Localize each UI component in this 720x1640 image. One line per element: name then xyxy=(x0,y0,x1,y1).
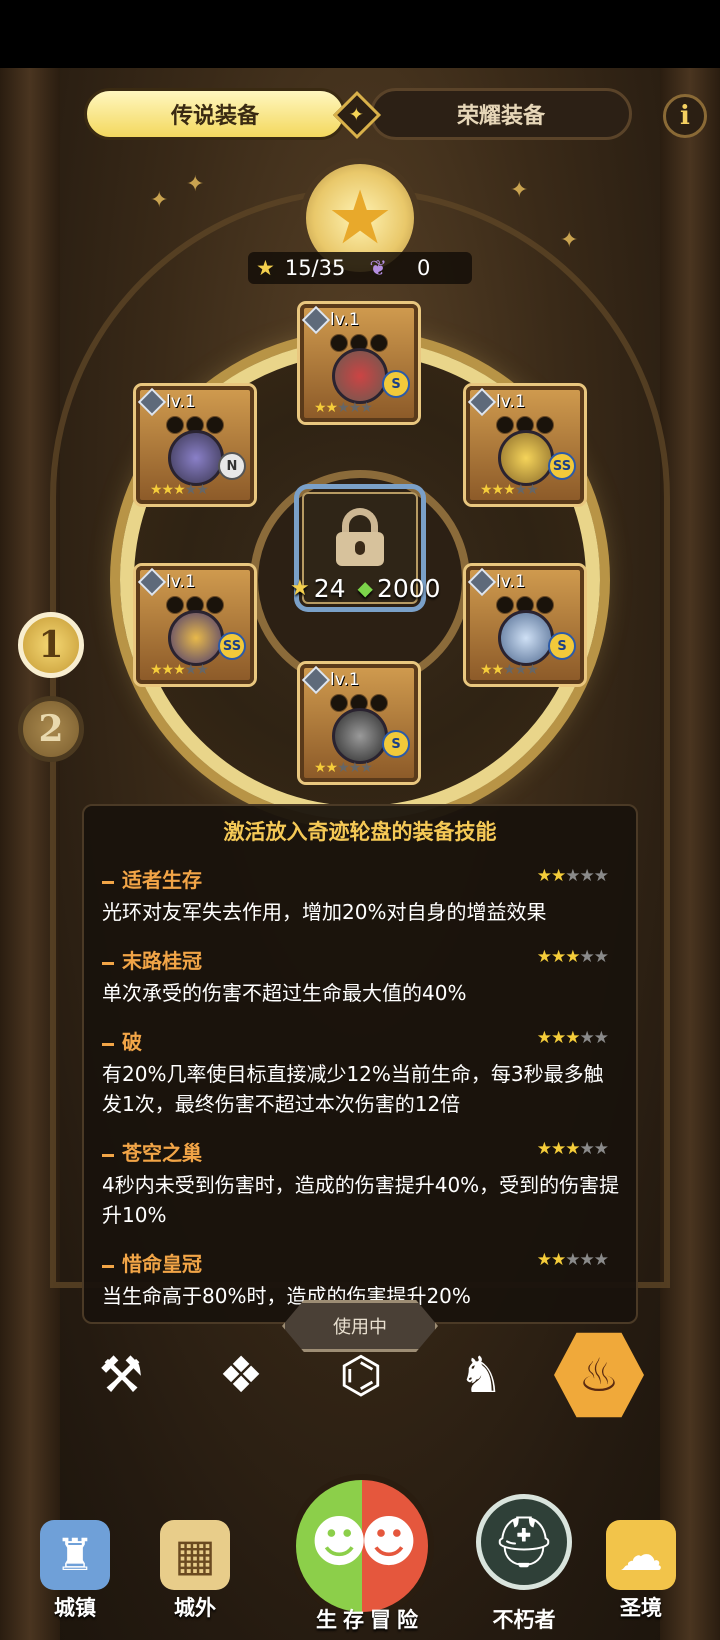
lock-icon xyxy=(336,508,384,566)
skill-item: 适者生存 ★★★★★ 光环对友军失去作用，增加20%对自身的增益效果 xyxy=(102,864,622,927)
skill-rating: ★★★★★ xyxy=(536,1250,609,1270)
nav-label: 城镇 xyxy=(54,1596,96,1620)
skill-name: 惜命皇冠 xyxy=(122,1252,202,1276)
helmet-icon xyxy=(332,348,388,404)
axe-icon[interactable]: ⚒ xyxy=(86,1340,156,1410)
star-rating: ★★★★★ xyxy=(150,482,209,498)
nav-survival-adventure[interactable]: ☻ ☻ xyxy=(290,1474,434,1618)
skill-rating: ★★★★★ xyxy=(536,866,609,886)
skill-item: 苍空之巢 ★★★★★ 4秒内未受到伤害时，造成的伤害提升40%，受到的伤害提升1… xyxy=(102,1137,622,1230)
grade-badge: N xyxy=(218,452,246,480)
gem-cost: 2000 xyxy=(376,573,441,603)
rank-diamond-icon xyxy=(467,387,497,417)
skill-item: 末路桂冠 ★★★★★ 单次承受的伤害不超过生命最大值的40% xyxy=(102,945,622,1008)
slot-top[interactable]: lv.1 S ★★★★★ xyxy=(300,304,418,422)
nav-label: 城外 xyxy=(174,1596,216,1620)
star-icon: ★ xyxy=(290,575,310,601)
knight-helmet-icon: ⛑ xyxy=(492,1512,556,1571)
info-icon: i xyxy=(680,101,690,131)
info-button[interactable]: i xyxy=(663,94,707,138)
rank-diamond-icon xyxy=(137,387,167,417)
grade-badge: S xyxy=(548,632,576,660)
nav-immortal[interactable]: ⛑ xyxy=(476,1494,572,1590)
skill-rating: ★★★★★ xyxy=(536,947,609,967)
grade-badge: SS xyxy=(548,452,576,480)
castle-icon: ♜ xyxy=(40,1520,110,1590)
rune-icon[interactable]: ⌬ xyxy=(326,1340,396,1410)
slot-level: lv.1 xyxy=(496,392,526,412)
skill-name: 苍空之巢 xyxy=(122,1141,202,1165)
sparkle-icon: ✦ xyxy=(560,228,579,253)
devil-icon: ☻ xyxy=(359,1510,418,1575)
skill-name: 适者生存 xyxy=(122,868,202,892)
page-1-button[interactable]: 1 xyxy=(18,612,84,678)
nav-town[interactable]: ♜ 城镇 xyxy=(40,1520,110,1622)
status-bar xyxy=(0,0,720,68)
grade-badge: SS xyxy=(218,632,246,660)
slot-lower-left[interactable]: lv.1 SS ★★★★★ xyxy=(136,566,254,684)
star-rating: ★★★★★ xyxy=(150,662,209,678)
nav-label: 生存冒险 xyxy=(316,1608,424,1632)
tab-glory-equipment[interactable]: 荣耀装备 xyxy=(370,88,632,140)
skill-rating: ★★★★★ xyxy=(536,1139,609,1159)
skill-desc: 单次承受的伤害不超过生命最大值的40% xyxy=(102,981,467,1005)
rank-diamond-icon xyxy=(301,305,331,335)
slot-bottom[interactable]: lv.1 S ★★★★★ xyxy=(300,664,418,782)
gem-icon: ◆ xyxy=(357,576,373,600)
star-rating: ★★★★★ xyxy=(480,662,539,678)
resource-counter: ★ 15/35 ❦ 0 xyxy=(248,252,472,284)
panel-title: 激活放入奇迹轮盘的装备技能 xyxy=(223,820,497,844)
sparkle-icon: ✦ xyxy=(150,188,169,213)
dragon-icon[interactable]: ♞ xyxy=(446,1340,516,1410)
slot-upper-right[interactable]: lv.1 SS ★★★★★ xyxy=(466,386,584,504)
map-icon: ▦ xyxy=(160,1520,230,1590)
star-rating: ★★★★★ xyxy=(314,760,373,776)
rank-diamond-icon xyxy=(467,567,497,597)
nest-icon xyxy=(498,610,554,666)
slot-lower-right[interactable]: lv.1 S ★★★★★ xyxy=(466,566,584,684)
slot-level: lv.1 xyxy=(330,670,360,690)
skills-panel: 激活放入奇迹轮盘的装备技能 适者生存 ★★★★★ 光环对友军失去作用，增加20%… xyxy=(82,804,638,1324)
skill-desc: 4秒内未受到伤害时，造成的伤害提升40%，受到的伤害提升10% xyxy=(102,1173,620,1227)
shield-icon[interactable]: ❖ xyxy=(206,1340,276,1410)
unlock-cost: ★ 24 ◆ 2000 xyxy=(290,572,441,604)
sparkle-icon: ✦ xyxy=(186,172,205,197)
equipment-tabs: 传说装备 荣耀装备 ✦ xyxy=(84,88,632,142)
star-icon: ★ xyxy=(256,256,275,280)
crown-icon xyxy=(168,610,224,666)
star-count: 15/35 xyxy=(284,256,346,280)
star-rating: ★★★★★ xyxy=(480,482,539,498)
nav-label: 不朽者 xyxy=(492,1608,556,1632)
skill-name: 破 xyxy=(122,1030,142,1054)
wing-count: 0 xyxy=(416,256,431,280)
slot-level: lv.1 xyxy=(166,572,196,592)
laurel-icon xyxy=(332,708,388,764)
star-rating: ★★★★★ xyxy=(314,400,373,416)
sparkle-icon: ✦ xyxy=(510,178,529,203)
grade-badge: S xyxy=(382,370,410,398)
skill-name: 末路桂冠 xyxy=(122,949,202,973)
nav-label: 圣境 xyxy=(620,1596,662,1620)
grade-badge: S xyxy=(382,730,410,758)
nav-outside[interactable]: ▦ 城外 xyxy=(160,1520,230,1622)
holy-cloud-icon: ☁ xyxy=(606,1520,676,1590)
skill-item: 破 ★★★★★ 有20%几率使目标直接减少12%当前生命，每3秒最多触发1次，最… xyxy=(102,1026,622,1119)
slot-level: lv.1 xyxy=(330,310,360,330)
skill-desc: 有20%几率使目标直接减少12%当前生命，每3秒最多触发1次，最终伤害不超过本次… xyxy=(102,1062,604,1116)
medal-icon xyxy=(498,430,554,486)
slot-level: lv.1 xyxy=(496,572,526,592)
nav-holy-realm[interactable]: ☁ 圣境 xyxy=(606,1520,676,1622)
wing-icon: ❦ xyxy=(369,256,387,280)
skill-rating: ★★★★★ xyxy=(536,1028,609,1048)
helmet-icon xyxy=(168,430,224,486)
rank-diamond-icon xyxy=(137,567,167,597)
skill-desc: 光环对友军失去作用，增加20%对自身的增益效果 xyxy=(102,900,547,924)
page-2-button[interactable]: 2 xyxy=(18,696,84,762)
slot-upper-left[interactable]: lv.1 N ★★★★★ xyxy=(136,386,254,504)
tab-legend-equipment[interactable]: 传说装备 xyxy=(84,88,346,140)
rank-diamond-icon xyxy=(301,665,331,695)
slot-level: lv.1 xyxy=(166,392,196,412)
star-cost: 24 xyxy=(313,573,346,603)
